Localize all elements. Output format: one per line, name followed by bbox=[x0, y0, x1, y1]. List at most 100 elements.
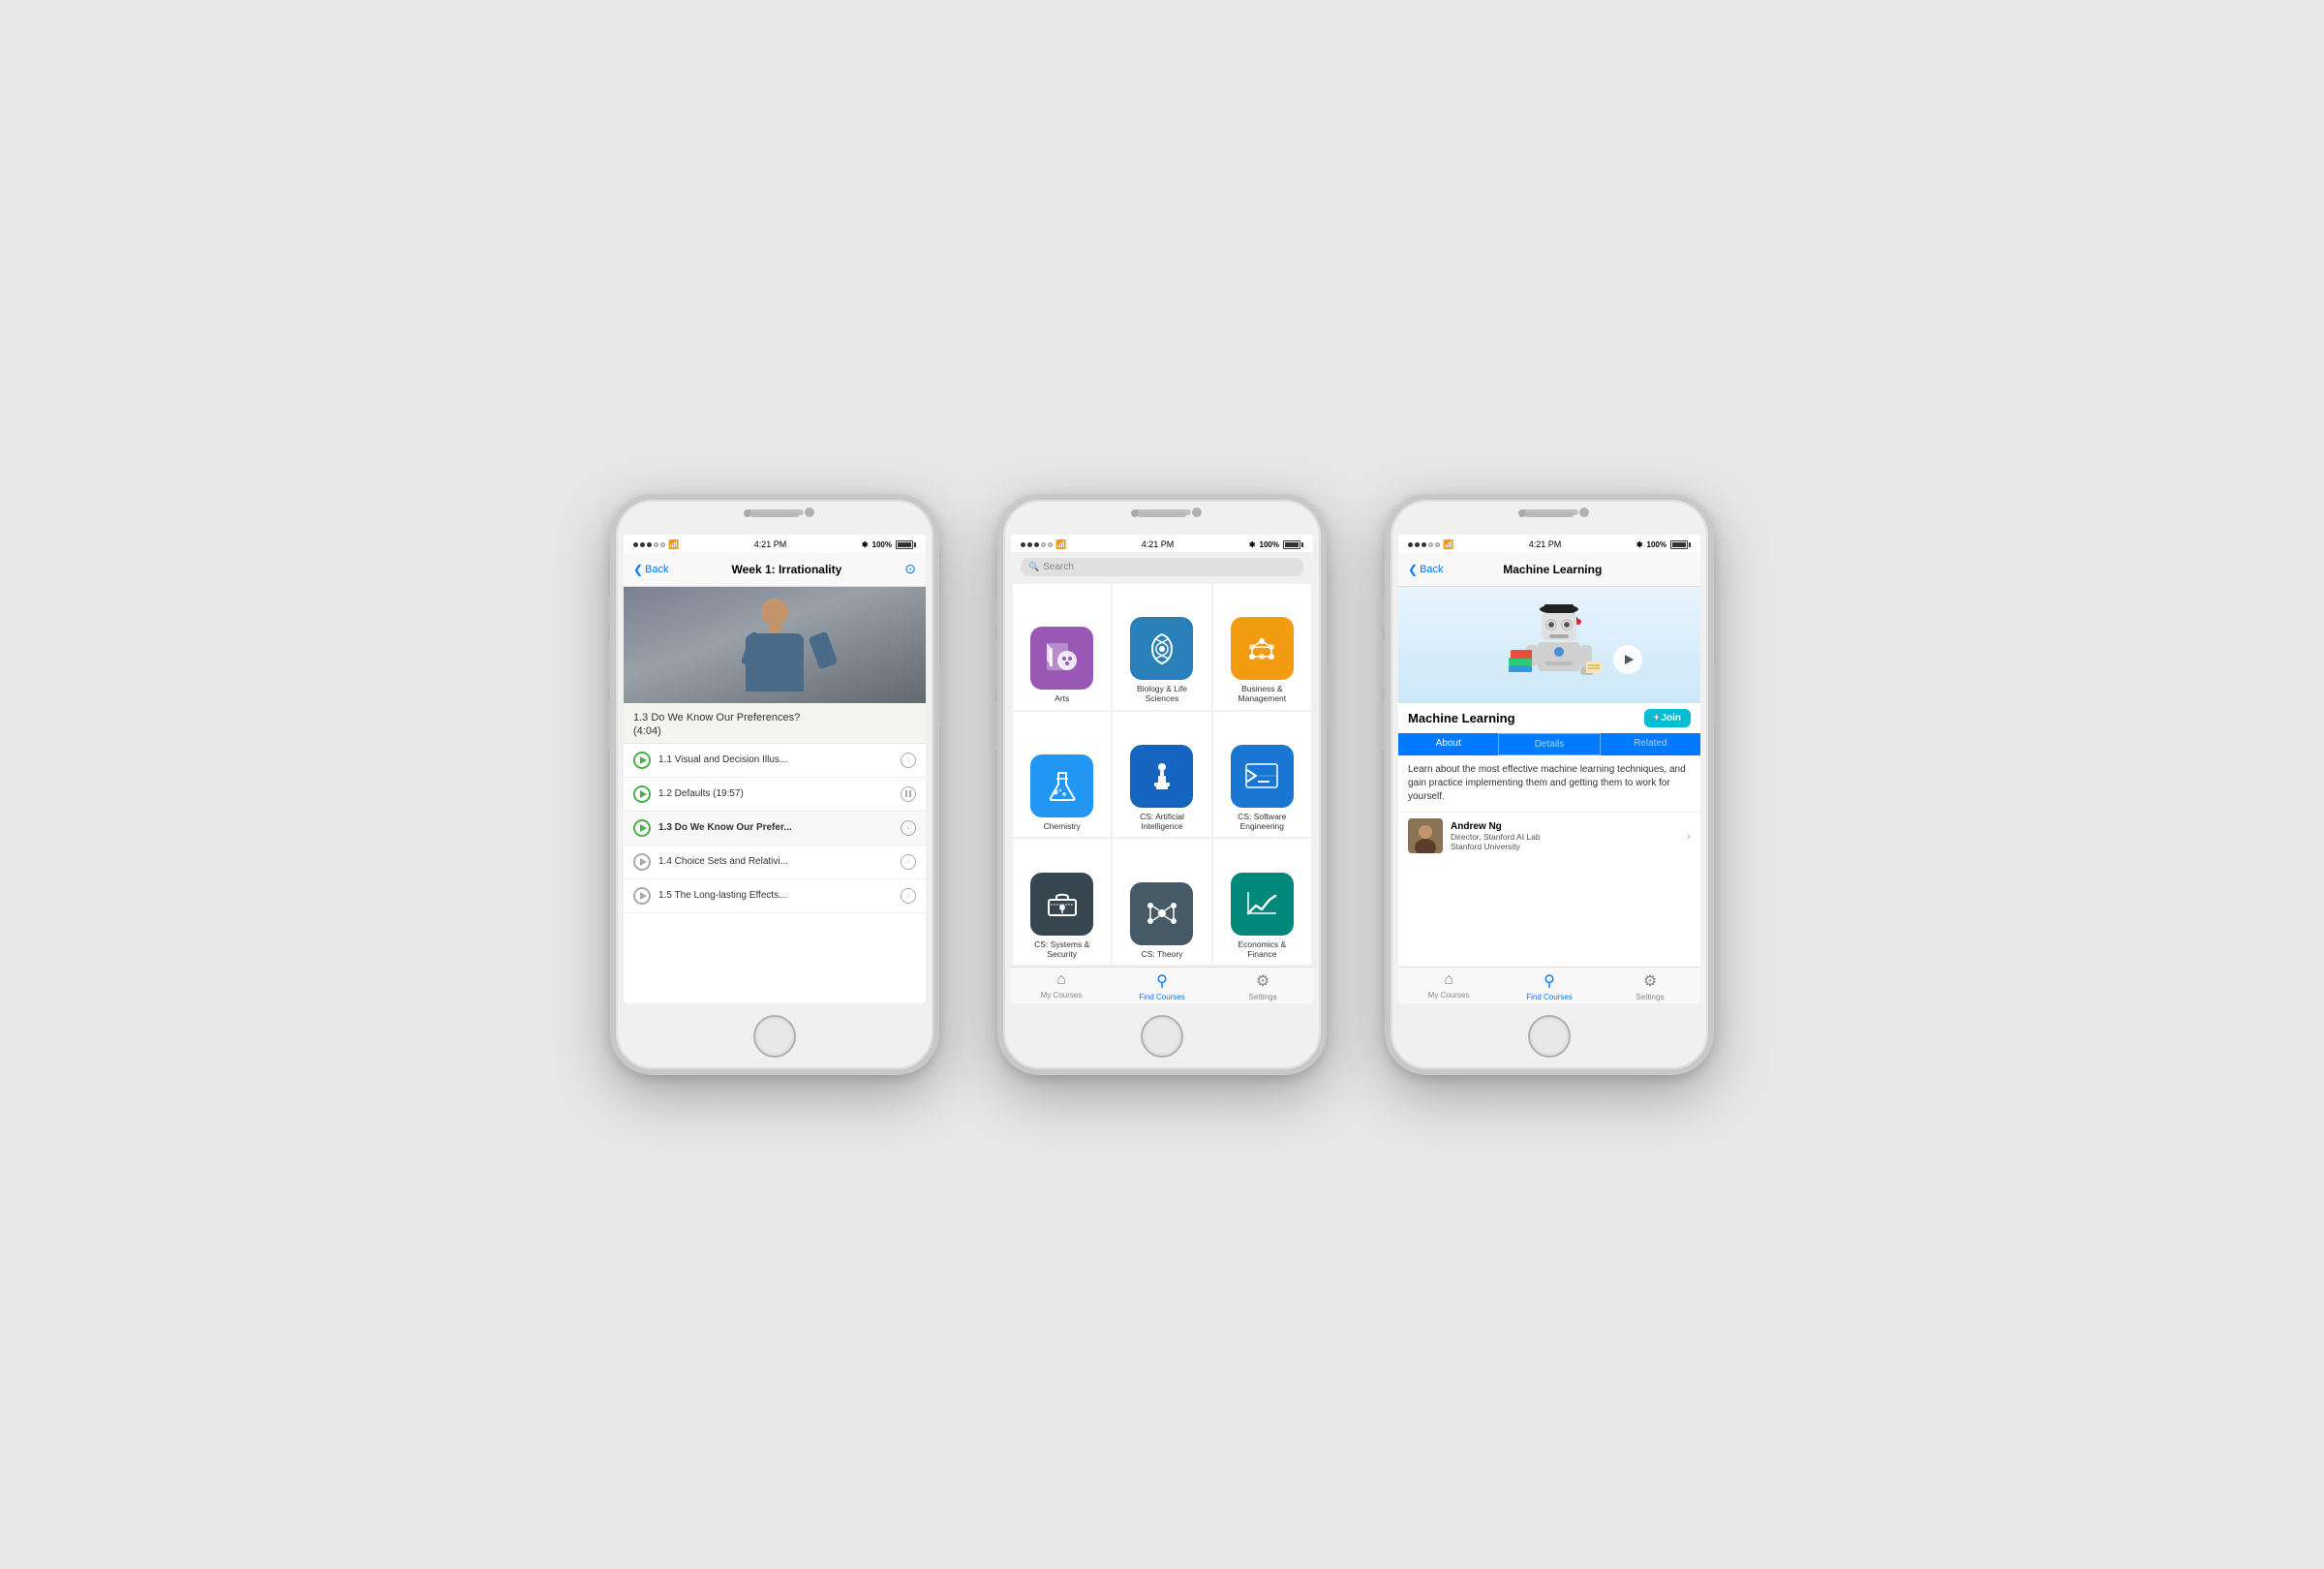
gear-icon-3: ⚙ bbox=[1643, 971, 1657, 991]
tab-settings-label-2: Settings bbox=[1249, 993, 1277, 1001]
mute-button-1 bbox=[606, 597, 610, 626]
tab-my-courses-3[interactable]: ⌂ My Courses bbox=[1398, 971, 1499, 1001]
play-btn-1-2[interactable] bbox=[633, 785, 651, 803]
tab-details-3[interactable]: Details bbox=[1498, 733, 1600, 755]
person-head-1 bbox=[761, 599, 788, 626]
gear-icon-2: ⚙ bbox=[1256, 971, 1269, 991]
category-arts[interactable]: Arts bbox=[1013, 584, 1111, 710]
signal-dots-1 bbox=[633, 542, 665, 547]
back-label-1[interactable]: Back bbox=[645, 564, 668, 575]
search-bar-2[interactable]: 🔍 Search bbox=[1021, 558, 1303, 576]
play-btn-1-3[interactable] bbox=[633, 819, 651, 837]
dot5 bbox=[660, 542, 665, 547]
back-button-1[interactable]: ❮ Back bbox=[633, 563, 669, 576]
person-body-1 bbox=[746, 633, 804, 692]
back-button-3[interactable]: ❮ Back bbox=[1408, 563, 1444, 576]
battery-icon-3 bbox=[1670, 540, 1691, 549]
download-btn-1-4[interactable]: ↓ bbox=[901, 854, 916, 870]
lesson-item-1-1[interactable]: 1.1 Visual and Decision Illus... ↓ bbox=[624, 744, 926, 778]
pause-bar-2 bbox=[909, 790, 911, 797]
category-cs-se[interactable]: CS: SoftwareEngineering bbox=[1213, 712, 1311, 838]
tab-settings-3[interactable]: ⚙ Settings bbox=[1600, 971, 1700, 1001]
bluetooth-icon-2: ✱ bbox=[1249, 540, 1256, 549]
arts-svg bbox=[1043, 639, 1082, 678]
play-overlay-3[interactable] bbox=[1613, 645, 1642, 674]
category-cs-ai[interactable]: CS: ArtificialIntelligence bbox=[1113, 712, 1210, 838]
home-button-1[interactable] bbox=[753, 1015, 796, 1058]
back-label-3[interactable]: Back bbox=[1420, 564, 1443, 575]
status-time-3: 4:21 PM bbox=[1529, 539, 1562, 549]
status-left-2: 📶 bbox=[1021, 539, 1066, 550]
categories-grid-2: Arts Biology & LifeSciences bbox=[1011, 582, 1313, 967]
tab-settings-2[interactable]: ⚙ Settings bbox=[1212, 971, 1313, 1001]
wifi-icon-2: 📶 bbox=[1055, 539, 1066, 550]
join-label-3: Join bbox=[1661, 713, 1681, 723]
download-btn-1-3[interactable]: ↓ bbox=[901, 820, 916, 836]
lesson-item-1-2[interactable]: 1.2 Defaults (19:57) bbox=[624, 778, 926, 812]
play-btn-1-5[interactable] bbox=[633, 887, 651, 905]
home-button-2[interactable] bbox=[1141, 1015, 1183, 1058]
video-thumbnail-1[interactable] bbox=[624, 587, 926, 703]
join-button-3[interactable]: + Join bbox=[1644, 709, 1691, 727]
battery-pct-2: 100% bbox=[1260, 540, 1279, 549]
speaker-2 bbox=[1138, 512, 1186, 517]
lecture-title-text-1: 1.3 Do We Know Our Preferences?(4:04) bbox=[633, 711, 916, 739]
category-cs-sys[interactable]: CS: Systems &Security bbox=[1013, 839, 1111, 965]
dot3 bbox=[647, 542, 652, 547]
econ-icon-box bbox=[1231, 873, 1294, 936]
vol-up-2 bbox=[994, 640, 997, 689]
download-btn-1-1[interactable]: ↓ bbox=[901, 753, 916, 768]
lesson-item-1-5[interactable]: 1.5 The Long-lasting Effects... ↓ bbox=[624, 879, 926, 913]
lesson-name-1-1: 1.1 Visual and Decision Illus... bbox=[658, 754, 893, 765]
category-bio[interactable]: Biology & LifeSciences bbox=[1113, 584, 1210, 710]
category-chemistry[interactable]: Chemistry bbox=[1013, 712, 1111, 838]
phone-3: 📶 4:21 PM ✱ 100% ❮ Back Machi bbox=[1385, 494, 1714, 1075]
ml-description-3: Learn about the most effective machine l… bbox=[1398, 755, 1700, 812]
tab-my-courses-2[interactable]: ⌂ My Courses bbox=[1011, 971, 1112, 1001]
nav-bar-3: ❮ Back Machine Learning bbox=[1398, 552, 1700, 587]
status-bar-3: 📶 4:21 PM ✱ 100% bbox=[1398, 535, 1700, 552]
lesson-list-1[interactable]: 1.1 Visual and Decision Illus... ↓ 1.2 D… bbox=[624, 744, 926, 1003]
tab-about-3[interactable]: About bbox=[1398, 733, 1498, 755]
person-silhouette-1 bbox=[746, 599, 804, 692]
tab-find-courses-2[interactable]: ⚲ Find Courses bbox=[1112, 971, 1212, 1001]
tab-find-courses-3[interactable]: ⚲ Find Courses bbox=[1499, 971, 1600, 1001]
vol-down-3 bbox=[1381, 701, 1385, 750]
instructor-row-3[interactable]: Andrew Ng Director, Stanford AI Lab Stan… bbox=[1398, 812, 1700, 859]
category-econ[interactable]: Economics &Finance bbox=[1213, 839, 1311, 965]
lesson-item-1-3[interactable]: 1.3 Do We Know Our Prefer... ↓ bbox=[624, 812, 926, 846]
dot4 bbox=[654, 542, 658, 547]
wifi-icon-3: 📶 bbox=[1443, 539, 1453, 550]
play-btn-1-1[interactable] bbox=[633, 752, 651, 769]
download-btn-1-5[interactable]: ↓ bbox=[901, 888, 916, 904]
screen-2: 📶 4:21 PM ✱ 100% 🔍 Search bbox=[1011, 535, 1313, 1003]
cs-ai-icon-box bbox=[1130, 745, 1193, 808]
tab-find-courses-label-2: Find Courses bbox=[1139, 993, 1185, 1001]
play-triangle-1-3 bbox=[640, 824, 647, 832]
search-placeholder-2: Search bbox=[1043, 562, 1074, 572]
ml-hero-3[interactable] bbox=[1398, 587, 1700, 703]
bluetooth-icon-3: ✱ bbox=[1636, 540, 1643, 549]
cs-sys-label: CS: Systems &Security bbox=[1034, 939, 1089, 959]
tab-related-3[interactable]: Related bbox=[1601, 733, 1700, 755]
play-btn-1-4[interactable] bbox=[633, 853, 651, 871]
download-icon-1[interactable]: ⊙ bbox=[904, 561, 916, 577]
phones-container: 📶 4:21 PM ✱ 100% ❮ Back Week bbox=[610, 494, 1714, 1075]
ml-title-row-3: Machine Learning + Join bbox=[1398, 703, 1700, 733]
bluetooth-icon-1: ✱ bbox=[862, 540, 869, 549]
wifi-icon-1: 📶 bbox=[668, 539, 679, 550]
chem-label: Chemistry bbox=[1044, 821, 1081, 831]
instructor-info-3: Andrew Ng Director, Stanford AI Lab Stan… bbox=[1451, 821, 1679, 851]
business-label: Business &Management bbox=[1238, 684, 1287, 703]
lesson-name-1-3: 1.3 Do We Know Our Prefer... bbox=[658, 822, 893, 833]
arts-label: Arts bbox=[1055, 693, 1069, 703]
category-cs-theory[interactable]: CS: Theory bbox=[1113, 839, 1210, 965]
category-business[interactable]: Business &Management bbox=[1213, 584, 1311, 710]
vol-down-2 bbox=[994, 701, 997, 750]
search-tab-icon-2: ⚲ bbox=[1156, 971, 1168, 991]
speaker-1 bbox=[750, 512, 799, 517]
instructor-avatar-3 bbox=[1408, 818, 1443, 853]
lesson-item-1-4[interactable]: 1.4 Choice Sets and Relativi... ↓ bbox=[624, 846, 926, 879]
home-button-3[interactable] bbox=[1528, 1015, 1571, 1058]
pause-btn-1-2[interactable] bbox=[901, 786, 916, 802]
